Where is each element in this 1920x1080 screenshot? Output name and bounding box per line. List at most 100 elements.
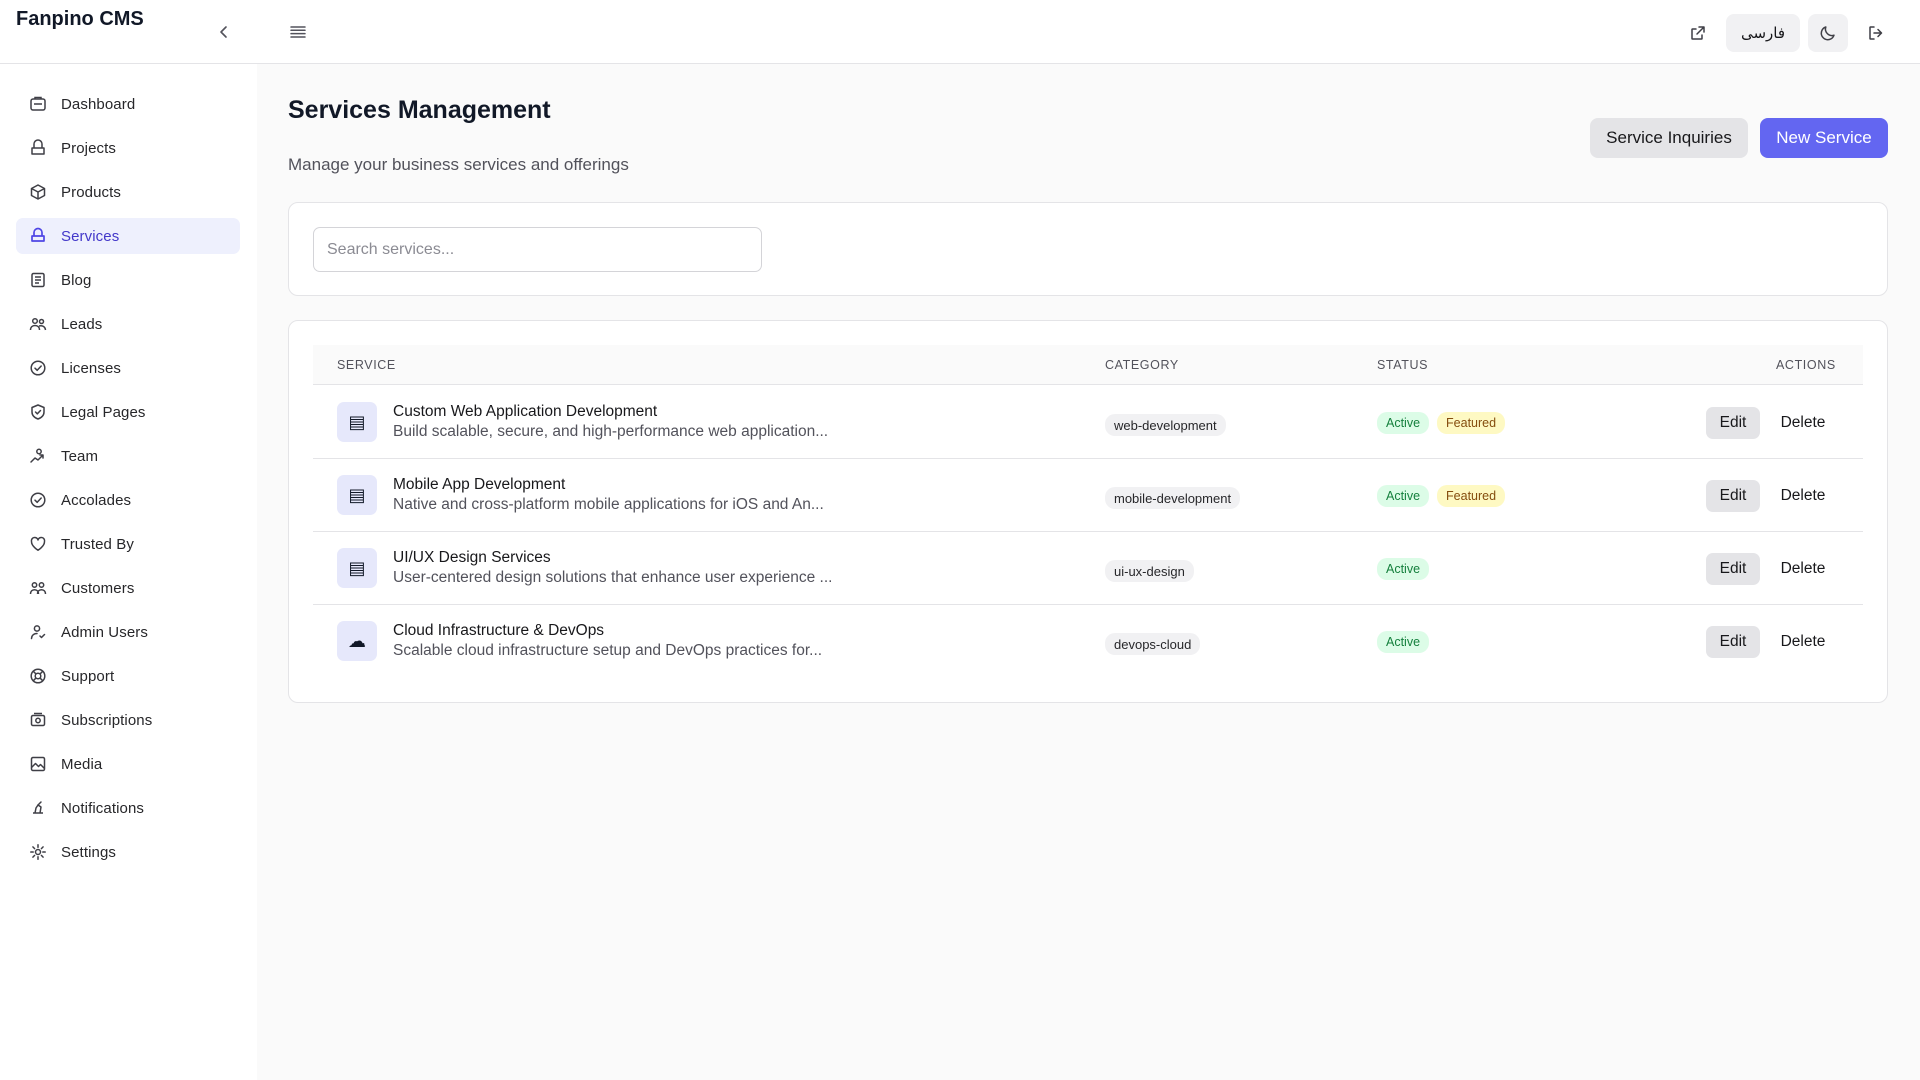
status-badges: Active (1377, 631, 1430, 653)
customers-icon (29, 579, 47, 597)
sidebar-item-label: Subscriptions (61, 711, 153, 729)
category-badge: web-development (1105, 414, 1226, 436)
language-toggle-button[interactable]: فارسی (1725, 14, 1800, 52)
column-header-actions: ACTIONS (1776, 358, 1836, 372)
package-icon (29, 183, 47, 201)
sidebar-item-subscriptions[interactable]: Subscriptions (16, 702, 240, 738)
edit-button[interactable]: Edit (1706, 407, 1760, 439)
sidebar-item-customers[interactable]: Customers (16, 570, 240, 606)
services-icon (29, 227, 47, 245)
page-subtitle: Manage your business services and offeri… (288, 155, 629, 174)
sidebar-item-label: Support (61, 667, 115, 685)
sidebar-item-label: Products (61, 183, 121, 201)
service-description: User-centered design solutions that enha… (393, 569, 833, 586)
sidebar-item-label: Team (61, 447, 99, 465)
gear-icon (29, 843, 47, 861)
logout-icon (1869, 26, 1883, 40)
team-icon (29, 447, 47, 465)
sidebar-item-settings[interactable]: Settings (16, 834, 240, 870)
sidebar-item-support[interactable]: Support (16, 658, 240, 694)
edit-button[interactable]: Edit (1706, 553, 1760, 585)
services-table: SERVICE CATEGORY STATUS ACTIONS ▤ Custom … (288, 320, 1888, 703)
category-badge: mobile-development (1105, 487, 1241, 509)
top-bar: Fanpino CMS فارسی (0, 0, 1920, 64)
sidebar-item-services[interactable]: Services (16, 218, 240, 254)
sidebar-item-trusted-by[interactable]: Trusted By (16, 526, 240, 562)
sidebar-item-label: Customers (61, 579, 135, 597)
sidebar-item-media[interactable]: Media (16, 746, 240, 782)
sidebar-item-label: Accolades (61, 491, 132, 509)
sidebar-item-team[interactable]: Team (16, 438, 240, 474)
column-header-status: STATUS (1377, 358, 1429, 372)
delete-button[interactable]: Delete (1769, 407, 1837, 439)
service-description: Scalable cloud infrastructure setup and … (393, 642, 823, 659)
sidebar-item-dashboard[interactable]: Dashboard (16, 86, 240, 122)
status-badge-active: Active (1377, 412, 1430, 434)
sidebar-item-label: Projects (61, 139, 116, 157)
table-row: ☁ Cloud Infrastructure & DevOps Scalable c… (313, 605, 1863, 678)
logout-button[interactable] (1856, 14, 1896, 52)
service-description: Build scalable, secure, and high-perform… (393, 423, 829, 440)
sidebar-item-label: Trusted By (61, 535, 134, 553)
sidebar-item-admin-users[interactable]: Admin Users (16, 614, 240, 650)
sidebar-item-accolades[interactable]: Accolades (16, 482, 240, 518)
table-row: ▤ Custom Web Application Development Build… (313, 386, 1863, 459)
sidebar-item-projects[interactable]: Projects (16, 130, 240, 166)
sidebar-item-label: Settings (61, 843, 116, 861)
chevron-left-icon (220, 26, 227, 38)
moon-icon (1820, 26, 1835, 41)
menu-icon (290, 26, 306, 38)
sidebar-item-label: Notifications (61, 799, 145, 817)
shield-icon (29, 403, 47, 421)
menu-toggle-button[interactable] (286, 20, 310, 44)
sidebar-item-products[interactable]: Products (16, 174, 240, 210)
check-circle-icon (29, 359, 47, 377)
sidebar-item-label: Licenses (61, 359, 122, 377)
service-name: Cloud Infrastructure & DevOps (393, 622, 605, 639)
status-badges: Active (1377, 558, 1430, 580)
column-header-category: CATEGORY (1105, 358, 1179, 372)
leads-icon (29, 315, 47, 333)
projects-icon (29, 139, 47, 157)
status-badge-active: Active (1377, 558, 1430, 580)
search-input[interactable] (313, 227, 762, 272)
category-badge: devops-cloud (1105, 633, 1201, 655)
external-link-icon (1691, 26, 1705, 40)
sidebar-item-label: Admin Users (61, 623, 148, 641)
open-site-button[interactable] (1678, 14, 1718, 52)
delete-button[interactable]: Delete (1769, 480, 1837, 512)
table-row: ▤ Mobile App Development Native and cross-… (313, 459, 1863, 532)
status-badges: Active Featured (1377, 412, 1506, 434)
sidebar-item-label: Dashboard (61, 95, 136, 113)
sidebar-item-label: Blog (61, 271, 92, 289)
sidebar-item-notifications[interactable]: Notifications (16, 790, 240, 826)
admin-users-icon (29, 623, 47, 641)
bell-icon (29, 799, 47, 817)
heart-icon (29, 535, 47, 553)
sidebar-item-legal-pages[interactable]: Legal Pages (16, 394, 240, 430)
theme-toggle-button[interactable] (1808, 14, 1848, 52)
edit-button[interactable]: Edit (1706, 480, 1760, 512)
service-inquiries-button[interactable]: Service Inquiries (1590, 118, 1748, 158)
delete-button[interactable]: Delete (1769, 553, 1837, 585)
sidebar-nav: Dashboard Projects Products Services Blog Lea… (16, 86, 240, 878)
status-badge-featured: Featured (1437, 485, 1506, 507)
sidebar-item-licenses[interactable]: Licenses (16, 350, 240, 386)
image-icon (29, 755, 47, 773)
delete-button[interactable]: Delete (1769, 626, 1837, 658)
status-badge-active: Active (1377, 485, 1430, 507)
blog-icon (29, 271, 47, 289)
service-description: Native and cross-platform mobile applica… (393, 496, 824, 513)
search-card (288, 202, 1888, 296)
edit-button[interactable]: Edit (1706, 626, 1760, 658)
top-actions: فارسی (1678, 14, 1896, 52)
server-icon: ▤ (337, 402, 377, 442)
sidebar-item-blog[interactable]: Blog (16, 262, 240, 298)
sidebar-item-leads[interactable]: Leads (16, 306, 240, 342)
new-service-button[interactable]: New Service (1760, 118, 1888, 158)
service-name: Mobile App Development (393, 476, 566, 493)
collapse-sidebar-button[interactable] (212, 20, 236, 44)
status-badges: Active Featured (1377, 485, 1506, 507)
sidebar-item-label: Leads (61, 315, 103, 333)
category-badge: ui-ux-design (1105, 560, 1194, 582)
